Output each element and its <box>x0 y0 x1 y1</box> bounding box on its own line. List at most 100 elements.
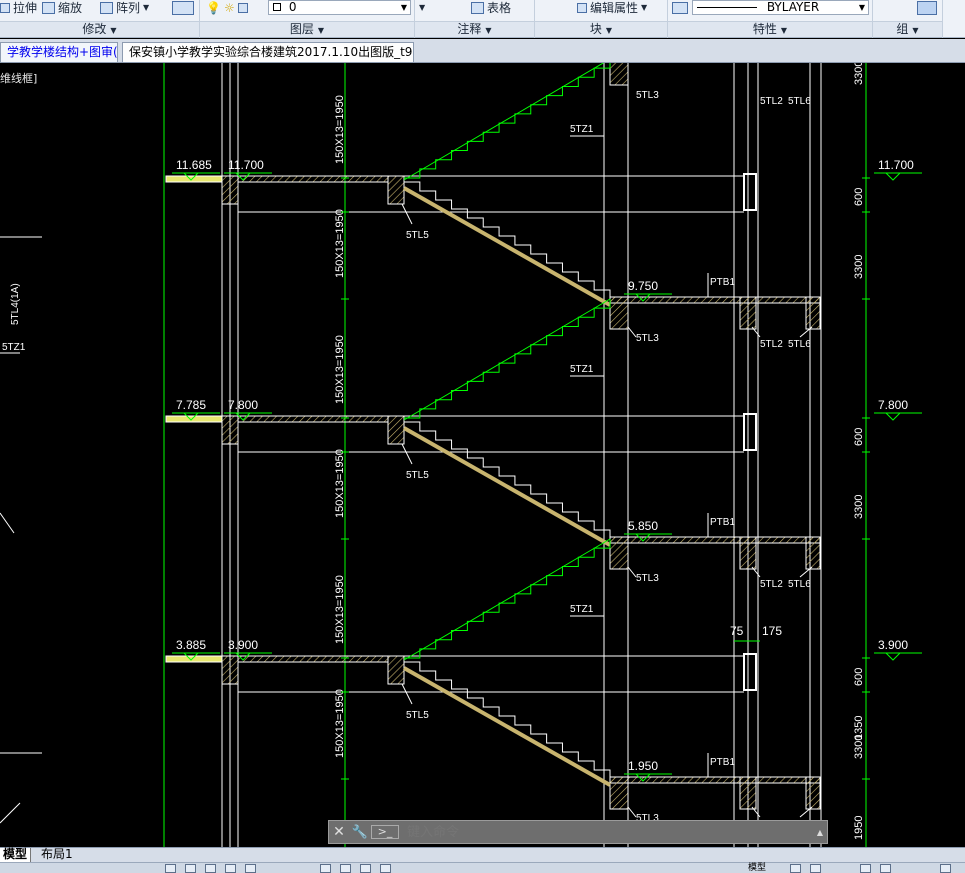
array-tool[interactable]: 阵列 ▼ <box>100 0 149 15</box>
status-toggle-icon[interactable] <box>185 864 196 873</box>
group-select-tool[interactable] <box>917 0 937 15</box>
flight-down-hatch <box>403 666 611 787</box>
leader-5tl5 <box>401 443 413 465</box>
layout-tabs: 模型 布局1 <box>0 847 965 862</box>
elevation-left-2: 3.900 <box>228 638 258 652</box>
stretch-tool[interactable]: 拉伸 <box>0 0 37 15</box>
tab-layout1[interactable]: 布局1 <box>38 848 76 862</box>
stretch-icon <box>0 2 10 13</box>
sun-icon: ☼ <box>223 0 235 15</box>
label-5tl2: 5TL2 <box>760 339 783 350</box>
drawing-canvas[interactable]: 维线框] 11.685 11.700 11.700 5TL5 600 7.785… <box>0 63 965 847</box>
layer-combo[interactable]: 0 ▼ <box>268 0 411 15</box>
elevation-mid: 5.850 <box>628 519 658 533</box>
status-toggle-icon[interactable] <box>810 864 821 873</box>
select-icon <box>917 0 937 15</box>
modify-panel-title[interactable]: 修改 ▼ <box>0 21 199 37</box>
label-5tl2: 5TL2 <box>760 579 783 590</box>
status-toggle-icon[interactable] <box>880 864 891 873</box>
doc-tab-structure[interactable]: 学教学楼结构+图审(1) <box>0 42 118 62</box>
doc-tab-architecture[interactable]: 保安镇小学教学实验综合楼建筑2017.1.10出图版_t9 <box>122 42 414 62</box>
chevron-down-icon: ▼ <box>485 26 492 35</box>
label-5tl3: 5TL3 <box>636 573 659 584</box>
leader-5tl5 <box>401 683 413 705</box>
linetype-sample <box>697 7 757 8</box>
flight-down-hatch <box>403 186 611 307</box>
wrench-icon[interactable]: 🔧 <box>349 825 371 840</box>
status-toggle-icon[interactable] <box>860 864 871 873</box>
status-toggle-icon[interactable] <box>225 864 236 873</box>
label-5tz1: 5TZ1 <box>570 364 594 375</box>
dim-600: 600 <box>853 428 865 446</box>
block-panel-title[interactable]: 块 ▼ <box>535 21 667 37</box>
status-toggle-icon[interactable] <box>205 864 216 873</box>
close-icon[interactable]: ✕ <box>329 824 349 840</box>
lineweight-icon <box>672 1 688 14</box>
status-toggle-icon[interactable] <box>165 864 176 873</box>
flight-up-steps <box>404 299 611 419</box>
dim-1950: 1950 <box>853 816 865 840</box>
label-5tl5: 5TL5 <box>406 710 429 721</box>
annotation-panel: ▼ 表格 注释 ▼ <box>415 0 535 38</box>
flight-down-steps <box>404 181 611 299</box>
dim-1350: 1350 <box>853 716 865 740</box>
label-5tl6-top: 5TL6 <box>788 96 811 107</box>
beam-5tl3 <box>609 536 629 570</box>
chevron-down-icon: ▼ <box>400 3 407 12</box>
beam-section <box>221 655 239 685</box>
status-toggle-icon[interactable] <box>380 864 391 873</box>
modify-panel: 拉伸 缩放 阵列 ▼ 修改 ▼ <box>0 0 200 38</box>
status-toggle-icon[interactable] <box>790 864 801 873</box>
label-5tz1-side: 5TZ1 <box>2 342 26 353</box>
table-tool[interactable]: 表格 <box>471 0 511 15</box>
chevron-up-icon[interactable]: ▲ <box>813 828 827 837</box>
wall-beam <box>743 173 757 211</box>
command-input[interactable] <box>407 824 813 840</box>
flight-up-steps <box>404 63 611 179</box>
status-toggle-icon[interactable] <box>360 864 371 873</box>
status-toggle-icon[interactable] <box>320 864 331 873</box>
linetype-combo[interactable]: BYLAYER ▼ <box>692 0 869 15</box>
leader-5tl3 <box>627 566 637 578</box>
block-panel: 编辑属性 ▼ 块 ▼ <box>535 0 668 38</box>
command-prompt-icon[interactable]: >_ <box>371 825 399 839</box>
label-5tz1: 5TZ1 <box>570 604 594 615</box>
status-toggle-icon[interactable] <box>340 864 351 873</box>
layer-state-icons[interactable]: 💡 ☼ <box>206 0 248 15</box>
flight-dim-lower: 150X13=1950 <box>334 449 346 518</box>
layer-swatch <box>273 3 281 11</box>
status-toggle-icon[interactable] <box>940 864 951 873</box>
dim-3300-top: 3300 <box>853 63 865 85</box>
flight-dim-lower: 150X13=1950 <box>334 209 346 278</box>
command-line[interactable]: ✕ 🔧 >_ ▲ <box>328 820 828 844</box>
table-icon <box>471 1 484 14</box>
more-arrow[interactable]: ▼ <box>419 0 425 15</box>
elevation-left: 7.785 <box>176 398 206 412</box>
elevation-mid: 1.950 <box>628 759 658 773</box>
elevation-right: 7.800 <box>878 398 908 412</box>
status-toggle-icon[interactable] <box>245 864 256 873</box>
scale-tool[interactable]: 缩放 <box>42 0 82 15</box>
floor-slab <box>237 175 389 183</box>
wall-beam <box>743 653 757 691</box>
floor-slab <box>237 415 389 423</box>
label-ptb1: PTB1 <box>710 277 735 288</box>
chevron-down-icon: ▼ <box>605 26 613 35</box>
status-model[interactable]: 模型 <box>748 863 766 873</box>
annotation-panel-title[interactable]: 注释 ▼ <box>415 21 534 37</box>
match-properties-tool[interactable] <box>172 0 194 15</box>
layers-panel-title[interactable]: 图层 ▼ <box>200 21 414 37</box>
beam-5tl2 <box>739 776 757 810</box>
group-panel-title[interactable]: 组 ▼ <box>873 21 942 37</box>
elevation-right: 3.900 <box>878 638 908 652</box>
chevron-down-icon[interactable]: ▼ <box>143 3 149 12</box>
beam-5tl3 <box>609 296 629 330</box>
tab-model[interactable]: 模型 <box>0 848 32 862</box>
edit-attributes-tool[interactable]: 编辑属性 ▼ <box>577 0 647 15</box>
dim-3300: 3300 <box>853 495 865 519</box>
label-ptb1: PTB1 <box>710 757 735 768</box>
lineweight-icon-wrap[interactable] <box>672 0 688 15</box>
stair-flights <box>403 63 611 787</box>
properties-panel-title[interactable]: 特性 ▼ <box>668 21 872 37</box>
dim-75: 75 <box>730 624 744 638</box>
